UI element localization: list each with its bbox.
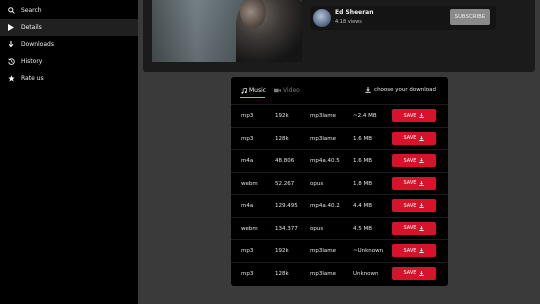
save-button[interactable]: SAVE bbox=[392, 221, 436, 235]
codec-cell: mp4a.40.5 bbox=[310, 158, 340, 164]
bitrate-cell: 128k bbox=[275, 135, 289, 142]
save-label: SAVE bbox=[403, 270, 417, 276]
download-option-row: webm 52.267 opus 1.8 MB SAVE bbox=[231, 171, 448, 195]
download-option-row: mp3 128k mp3lame Unknown SAVE bbox=[231, 261, 448, 285]
bitrate-cell: 52.267 bbox=[275, 180, 295, 187]
video-header: Ed Sheeran 4.18 views SUBSCRIBE bbox=[143, 0, 535, 72]
sidebar-item-label: Details bbox=[21, 24, 42, 31]
download-option-row: m4a 129.495 mp4a.40.2 4.4 MB SAVE bbox=[231, 194, 448, 217]
sidebar-item-details[interactable]: Details bbox=[0, 19, 138, 36]
download-option-row: webm 134.377 opus 4.5 MB SAVE bbox=[231, 216, 448, 240]
save-button[interactable]: SAVE bbox=[392, 154, 436, 167]
choose-download-label: choose your download bbox=[365, 87, 436, 93]
download-icon bbox=[419, 158, 425, 163]
download-icon bbox=[365, 87, 371, 93]
sidebar-item-label: Search bbox=[21, 7, 42, 14]
format-cell: mp3 bbox=[241, 248, 254, 254]
size-cell: 1.6 MB bbox=[353, 158, 373, 164]
save-label: SAVE bbox=[403, 180, 417, 186]
download-option-row: mp3 192k mp3lame ~Unknown SAVE bbox=[231, 239, 448, 262]
sidebar-item-search[interactable]: Search bbox=[0, 2, 138, 19]
codec-cell: mp4a.40.2 bbox=[310, 203, 340, 209]
video-camera-icon bbox=[274, 88, 281, 93]
play-icon bbox=[8, 24, 18, 31]
subscribe-button[interactable]: SUBSCRIBE bbox=[450, 9, 490, 25]
download-icon bbox=[8, 41, 18, 48]
size-cell: 1.6 MB bbox=[353, 135, 373, 142]
save-button[interactable]: SAVE bbox=[392, 244, 436, 257]
format-cell: mp3 bbox=[241, 113, 254, 119]
view-count: 4.18 views bbox=[335, 19, 362, 25]
sidebar-item-label: History bbox=[21, 58, 43, 65]
save-button[interactable]: SAVE bbox=[392, 131, 436, 145]
download-icon bbox=[419, 248, 425, 253]
bitrate-cell: 134.377 bbox=[275, 225, 298, 232]
bitrate-cell: 192k bbox=[275, 248, 289, 254]
download-icon bbox=[419, 180, 425, 186]
tab-label: Video bbox=[283, 87, 300, 94]
music-note-icon bbox=[241, 87, 247, 94]
size-cell: Unknown bbox=[353, 270, 379, 277]
save-button[interactable]: SAVE bbox=[392, 109, 436, 122]
channel-name[interactable]: Ed Sheeran bbox=[335, 9, 374, 16]
tab-label: Music bbox=[249, 87, 267, 94]
sidebar-item-label: Rate us bbox=[21, 75, 44, 82]
bitrate-cell: 192k bbox=[275, 113, 289, 119]
save-button[interactable]: SAVE bbox=[392, 199, 436, 212]
download-panel: Music Video choose your download mp3 192… bbox=[231, 77, 448, 286]
save-button[interactable]: SAVE bbox=[392, 176, 436, 190]
size-cell: 4.5 MB bbox=[353, 225, 373, 232]
save-label: SAVE bbox=[403, 202, 417, 209]
format-cell: mp3 bbox=[241, 135, 254, 142]
download-icon bbox=[419, 113, 425, 118]
codec-cell: mp3lame bbox=[310, 113, 336, 119]
save-label: SAVE bbox=[403, 135, 417, 141]
sidebar-item-label: Downloads bbox=[21, 41, 54, 48]
format-cell: m4a bbox=[241, 203, 254, 209]
download-option-row: mp3 128k mp3lame 1.6 MB SAVE bbox=[231, 126, 448, 150]
codec-cell: mp3lame bbox=[310, 248, 336, 254]
codec-cell: opus bbox=[310, 225, 324, 232]
channel-avatar[interactable] bbox=[313, 9, 331, 27]
sidebar: Search Details Downloads History Rate us bbox=[0, 0, 138, 304]
sidebar-item-downloads[interactable]: Downloads bbox=[0, 36, 138, 53]
format-cell: webm bbox=[241, 225, 258, 232]
size-cell: 1.8 MB bbox=[353, 180, 373, 187]
download-icon bbox=[419, 135, 425, 141]
format-cell: webm bbox=[241, 180, 258, 187]
codec-cell: opus bbox=[310, 180, 324, 187]
save-button[interactable]: SAVE bbox=[392, 266, 436, 280]
bitrate-cell: 129.495 bbox=[275, 203, 298, 209]
active-tab-indicator bbox=[240, 97, 265, 98]
codec-cell: mp3lame bbox=[310, 135, 336, 142]
save-label: SAVE bbox=[403, 225, 417, 231]
size-cell: 4.4 MB bbox=[353, 203, 373, 209]
size-cell: ~Unknown bbox=[353, 248, 384, 254]
format-cell: m4a bbox=[241, 158, 254, 164]
tab-video[interactable]: Video bbox=[274, 87, 300, 94]
save-label: SAVE bbox=[403, 157, 417, 164]
bitrate-cell: 48.806 bbox=[275, 158, 295, 164]
choose-download-text: choose your download bbox=[374, 87, 436, 93]
download-icon bbox=[419, 225, 425, 231]
download-icon bbox=[419, 270, 425, 276]
star-icon bbox=[8, 75, 18, 82]
bitrate-cell: 128k bbox=[275, 270, 289, 277]
save-label: SAVE bbox=[403, 112, 417, 119]
sidebar-item-history[interactable]: History bbox=[0, 53, 138, 70]
format-cell: mp3 bbox=[241, 270, 254, 277]
download-option-row: m4a 48.806 mp4a.40.5 1.6 MB SAVE bbox=[231, 149, 448, 172]
sidebar-item-rate-us[interactable]: Rate us bbox=[0, 70, 138, 87]
history-icon bbox=[8, 58, 18, 65]
video-thumbnail[interactable] bbox=[152, 0, 302, 62]
save-label: SAVE bbox=[403, 247, 417, 254]
download-option-row: mp3 192k mp3lame ~2.4 MB SAVE bbox=[231, 104, 448, 127]
tab-music[interactable]: Music bbox=[241, 87, 266, 94]
codec-cell: mp3lame bbox=[310, 270, 336, 277]
download-icon bbox=[419, 203, 425, 208]
size-cell: ~2.4 MB bbox=[353, 113, 377, 119]
download-options-list: mp3 192k mp3lame ~2.4 MB SAVE mp3 128k m… bbox=[231, 104, 448, 284]
search-icon bbox=[8, 7, 18, 14]
